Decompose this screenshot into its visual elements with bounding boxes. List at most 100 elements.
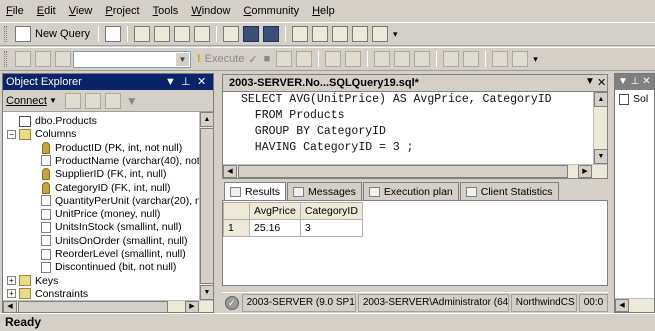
database-dropdown[interactable]: ▼ (73, 50, 191, 68)
xmla-query-icon[interactable] (194, 26, 211, 42)
tab-client-statistics[interactable]: Client Statistics (459, 182, 559, 200)
tree-item[interactable]: SupplierID (FK, int, null) (41, 167, 166, 181)
window-position-icon[interactable]: ▼ (585, 76, 595, 87)
query-editor-tab[interactable]: 2003-SERVER.No...SQLQuery19.sql* ▼ ✕ (222, 74, 608, 91)
change-connection-icon[interactable] (55, 51, 71, 67)
include-actual-plan-icon[interactable] (345, 51, 362, 67)
solution-horizontal-scrollbar[interactable]: ◀ (615, 298, 654, 312)
tree-horizontal-scrollbar[interactable]: ◀ ▶ (3, 300, 213, 313)
toolbar-grip[interactable] (4, 51, 7, 67)
close-tab-icon[interactable]: ✕ (597, 76, 606, 89)
collapse-icon[interactable]: − (7, 129, 16, 139)
scroll-down-icon[interactable]: ▼ (200, 285, 214, 300)
menu-edit[interactable]: Edit (37, 5, 56, 17)
specify-values-icon[interactable] (325, 51, 342, 67)
grid-cell[interactable]: 25.16 (249, 219, 301, 237)
sql-editor[interactable]: SELECT AVG(UnitPrice) AS AvgPrice, Categ… (222, 91, 608, 179)
expand-icon[interactable]: + (7, 276, 16, 286)
decrease-indent-icon[interactable] (492, 51, 509, 67)
cancel-query-icon[interactable]: ■ (264, 53, 271, 65)
tree-item[interactable]: CategoryID (FK, int, null) (41, 181, 171, 195)
toolbar-grip[interactable] (4, 26, 7, 42)
results-to-text-icon[interactable] (374, 51, 391, 67)
dropdown-arrow-icon[interactable]: ▼ (165, 74, 176, 90)
pin-icon[interactable]: ⊥ (631, 76, 640, 87)
tree-item[interactable]: ProductName (varchar(40), not (41, 154, 199, 168)
scroll-thumb[interactable] (200, 128, 214, 284)
uncomment-icon[interactable] (463, 51, 480, 67)
scroll-down-icon[interactable]: ▼ (594, 149, 608, 164)
stop-icon[interactable] (84, 92, 101, 109)
tree-item[interactable]: ProductID (PK, int, not null) (41, 141, 182, 155)
menu-community[interactable]: Community (243, 5, 299, 17)
scroll-left-icon[interactable]: ◀ (223, 165, 237, 178)
tab-results[interactable]: Results (224, 182, 287, 200)
filter-icon[interactable]: ▼ (126, 94, 138, 108)
tree-item[interactable]: ReorderLevel (smallint, null) (41, 247, 186, 261)
tree-item[interactable]: + Constraints (7, 287, 88, 300)
scroll-thumb[interactable] (18, 301, 168, 313)
menu-project[interactable]: Project (105, 5, 139, 17)
tree-item[interactable]: UnitsInStock (smallint, null) (41, 220, 182, 234)
analysis-query-icon[interactable] (134, 26, 151, 42)
close-icon[interactable]: ✕ (197, 74, 206, 90)
tree-item[interactable]: − Columns (7, 127, 76, 141)
connect-icon[interactable] (15, 51, 31, 67)
increase-indent-icon[interactable] (512, 51, 529, 67)
toolbar-overflow-icon[interactable]: ▾ (393, 29, 398, 40)
scroll-left-icon[interactable]: ◀ (3, 301, 17, 313)
scroll-up-icon[interactable]: ▲ (594, 92, 608, 107)
solution-item[interactable]: Sol (619, 93, 648, 105)
scroll-right-icon[interactable]: ▶ (578, 165, 592, 178)
grid-cell[interactable]: 3 (299, 219, 363, 237)
query-designer-icon[interactable] (296, 51, 313, 67)
toolbox-icon[interactable] (372, 26, 389, 42)
expand-icon[interactable]: + (7, 289, 16, 299)
menu-view[interactable]: View (69, 5, 93, 17)
object-explorer-icon[interactable] (312, 26, 329, 42)
tree-item[interactable]: + Keys (7, 274, 58, 288)
tab-messages[interactable]: Messages (287, 182, 362, 200)
scroll-up-icon[interactable]: ▲ (200, 112, 214, 127)
column-header[interactable]: AvgPrice (249, 202, 301, 220)
execute-button[interactable]: Execute (205, 53, 245, 65)
template-explorer-icon[interactable] (332, 26, 349, 42)
tree-vertical-scrollbar[interactable]: ▲ ▼ (199, 112, 214, 300)
tree-item[interactable]: UnitsOnOrder (smallint, null) (41, 234, 187, 248)
database-engine-query-icon[interactable] (105, 26, 122, 42)
tree-item[interactable]: QuantityPerUnit (varchar(20), nu (41, 194, 199, 208)
menu-help[interactable]: Help (312, 5, 335, 17)
display-estimated-plan-icon[interactable] (276, 51, 293, 67)
menu-file[interactable]: File (6, 5, 24, 17)
save-icon[interactable] (243, 26, 260, 42)
scroll-right-icon[interactable]: ▶ (185, 301, 199, 313)
close-icon[interactable]: ✕ (642, 76, 650, 87)
disconnect-icon[interactable] (35, 51, 51, 67)
results-to-grid-icon[interactable] (394, 51, 411, 67)
results-to-file-icon[interactable] (414, 51, 431, 67)
disconnect-icon[interactable] (64, 92, 81, 109)
tree-item[interactable]: UnitPrice (money, null) (41, 207, 160, 221)
grid-corner[interactable] (223, 202, 250, 220)
dmx-query-icon[interactable] (174, 26, 191, 42)
scroll-left-icon[interactable]: ◀ (615, 299, 629, 312)
connect-button[interactable]: Connect (6, 95, 47, 107)
toolbar-overflow-icon[interactable]: ▾ (533, 54, 538, 65)
tree-item[interactable]: −dbo.Products (7, 114, 97, 128)
column-header[interactable]: CategoryID (299, 202, 363, 220)
tree-item[interactable]: Discontinued (bit, not null) (41, 260, 176, 274)
new-query-button[interactable]: New Query (35, 28, 90, 40)
mdx-query-icon[interactable] (154, 26, 171, 42)
save-all-icon[interactable] (263, 26, 280, 42)
refresh-icon[interactable] (104, 92, 121, 109)
tab-execution-plan[interactable]: Execution plan (362, 182, 459, 200)
menu-window[interactable]: Window (191, 5, 230, 17)
properties-icon[interactable] (352, 26, 369, 42)
menu-tools[interactable]: Tools (153, 5, 179, 17)
open-file-icon[interactable] (223, 26, 240, 42)
pin-icon[interactable]: ⊥ (181, 74, 191, 90)
parse-icon[interactable]: ✓ (248, 53, 257, 66)
editor-vertical-scrollbar[interactable]: ▲ ▼ (593, 92, 608, 164)
scroll-thumb[interactable] (238, 165, 568, 178)
dropdown-arrow-icon[interactable]: ▼ (618, 76, 628, 87)
